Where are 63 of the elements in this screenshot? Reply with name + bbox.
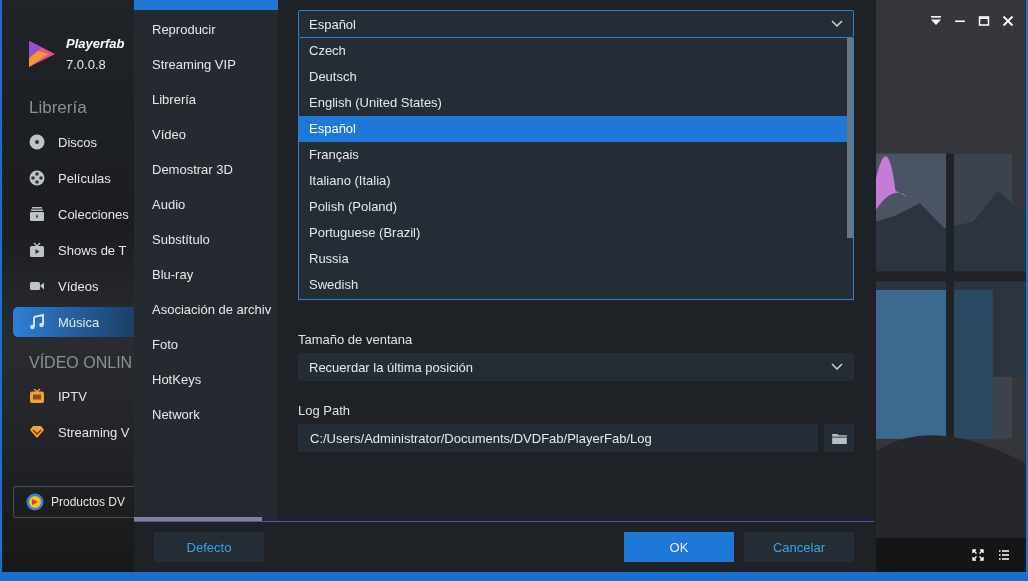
folder-icon [831, 432, 847, 444]
language-option[interactable]: English (United States) [299, 90, 847, 116]
sidebar-item[interactable]: Streaming V [13, 417, 134, 447]
sidebar-item[interactable]: Discos [13, 127, 134, 157]
language-option[interactable]: Español [299, 116, 847, 142]
film-reel-icon [29, 170, 45, 186]
settings-nav-item[interactable]: HotKeys [134, 360, 278, 395]
language-option[interactable]: Czech [299, 38, 847, 64]
language-option[interactable]: Français [299, 142, 847, 168]
app-version: 7.0.0.8 [66, 57, 107, 72]
language-option[interactable]: Italiano (Italia) [299, 168, 847, 194]
ok-button[interactable]: OK [624, 532, 734, 562]
collection-box-icon [29, 206, 45, 222]
chevron-down-icon [831, 363, 843, 371]
window-size-select[interactable]: Recuerdar la última posición [298, 353, 854, 381]
dialog-button[interactable]: Cancelar [744, 532, 854, 562]
music-note-icon [29, 314, 45, 330]
language-select[interactable]: Español [298, 10, 854, 38]
maximize-icon[interactable] [978, 15, 990, 27]
diamond-icon [29, 424, 45, 440]
scrollbar[interactable] [134, 517, 262, 521]
sidebar-item[interactable]: IPTV [13, 381, 134, 411]
language-option[interactable]: Swedish [299, 272, 847, 298]
sidebar-item[interactable]: Música [13, 307, 134, 337]
settings-nav-item[interactable]: Librería [134, 80, 278, 115]
field-label: Log Path [298, 403, 352, 418]
settings-nav-item[interactable]: Audio [134, 185, 278, 220]
products-button[interactable]: Productos DV [13, 486, 134, 518]
language-option[interactable]: Russia [299, 246, 847, 272]
dropdown-icon[interactable] [930, 15, 942, 27]
scrollbar-thumb[interactable] [847, 38, 853, 238]
tv-badge-icon [29, 388, 45, 404]
settings-nav-item[interactable]: Foto [134, 325, 278, 360]
list-icon[interactable] [998, 549, 1010, 561]
settings-nav-item[interactable]: Reproducir [134, 10, 278, 45]
section-heading: VÍDEO ONLIN [28, 352, 134, 373]
language-option[interactable]: Deutsch [299, 64, 847, 90]
language-option[interactable]: Portuguese (Brazil) [299, 220, 847, 246]
language-option[interactable]: Polish (Poland) [299, 194, 847, 220]
section-heading: Librería [28, 97, 88, 119]
disc-icon [29, 134, 45, 150]
tv-play-icon [29, 242, 45, 258]
fullscreen-icon[interactable] [972, 549, 984, 561]
settings-nav-item[interactable]: Demostrar 3D [134, 150, 278, 185]
settings-nav-item[interactable]: Streaming VIP [134, 45, 278, 80]
globe-logo-icon [26, 493, 44, 511]
app-name: Playerfab [66, 36, 125, 51]
chevron-down-icon [831, 20, 843, 28]
sidebar-item[interactable]: Shows de T [13, 235, 134, 265]
log-path-field[interactable]: C:/Users/Administrator/Documents/DVDFab/PlayerFab/Log [298, 424, 818, 452]
field-label: Tamaño de ventana [298, 332, 414, 347]
settings-nav-item[interactable]: Substítulo [134, 220, 278, 255]
sidebar-item[interactable]: Vídeos [13, 271, 134, 301]
close-icon[interactable] [1002, 15, 1014, 27]
settings-nav-item[interactable]: Network [134, 395, 278, 430]
settings-nav-item[interactable]: Blu-ray [134, 255, 278, 290]
browse-folder-button[interactable] [824, 424, 854, 452]
dialog-button[interactable]: Defecto [154, 532, 264, 562]
settings-nav-item[interactable]: Asociación de archiv [134, 290, 278, 325]
products-label: Productos DV [51, 495, 126, 509]
settings-nav-item[interactable]: Vídeo [134, 115, 278, 150]
sidebar-item[interactable]: Colecciones [13, 199, 134, 229]
sidebar-item[interactable]: Películas [13, 163, 134, 193]
